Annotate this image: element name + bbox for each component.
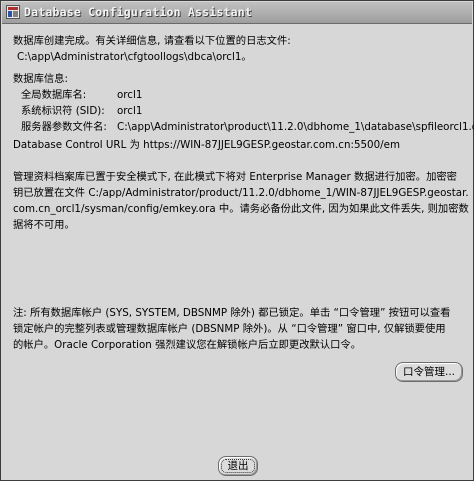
password-management-button[interactable]: 口令管理...: [395, 362, 463, 382]
note-section: 注: 所有数据库帐户 (SYS, SYSTEM, DBSNMP 除外) 都已锁定…: [13, 305, 450, 353]
repository-line: 据将不可用。: [13, 219, 75, 231]
info-value: C:\app\Administrator\product\11.2.0\dbho…: [117, 121, 474, 133]
note-line: 锁定帐户的完整列表或管理数据库帐户 (DBSNMP 除外)。从 “口令管理” 窗…: [13, 323, 446, 335]
dbca-app-icon: [6, 5, 20, 19]
database-control-url: Database Control URL 为 https://WIN-87JJE…: [13, 139, 400, 151]
database-info-section: 数据库信息: 全局数据库名: orcl1 系统标识符 (SID): orcl1 …: [13, 71, 474, 135]
info-label: 全局数据库名:: [21, 89, 87, 101]
note-line: 注: 所有数据库帐户 (SYS, SYSTEM, DBSNMP 除外) 都已锁定…: [13, 307, 451, 319]
note-line: 的帐户。Oracle Corporation 强烈建议您在解锁帐户后立即更改默认…: [13, 339, 362, 351]
info-row-global-name: 全局数据库名: orcl1: [13, 87, 463, 103]
repository-line: 钥已放置在文件 C:/app/Administrator/product/11.…: [13, 187, 469, 199]
info-value: orcl1: [117, 89, 143, 101]
info-row-spfile: 服务器参数文件名: C:\app\Administrator\product\1…: [13, 119, 474, 135]
info-row-sid: 系统标识符 (SID): orcl1: [13, 103, 463, 119]
exit-button[interactable]: 退出: [218, 456, 258, 476]
intro-section: 数据库创建完成。有关详细信息, 请查看以下位置的日志文件: C:\app\Adm…: [13, 33, 291, 65]
info-label: 系统标识符 (SID):: [21, 105, 105, 117]
title-bar[interactable]: Database Configuration Assistant: [2, 2, 472, 24]
window-title: Database Configuration Assistant: [24, 5, 252, 19]
info-value: orcl1: [117, 105, 143, 117]
repository-line: 管理资料档案库已置于安全模式下, 在此模式下将对 Enterprise Mana…: [13, 171, 457, 183]
info-label: 服务器参数文件名:: [21, 121, 107, 133]
intro-line-1: 数据库创建完成。有关详细信息, 请查看以下位置的日志文件:: [13, 35, 291, 47]
control-url-section: Database Control URL 为 https://WIN-87JJE…: [13, 137, 400, 153]
database-info-heading: 数据库信息:: [13, 73, 68, 85]
repository-line: com.cn_orcl1/sysman/config/emkey.ora 中。请…: [13, 203, 469, 215]
log-path: C:\app\Administrator\cfgtoollogs\dbca\or…: [17, 51, 252, 63]
dbca-window: Database Configuration Assistant 数据库创建完成…: [0, 0, 474, 481]
repository-section: 管理资料档案库已置于安全模式下, 在此模式下将对 Enterprise Mana…: [13, 169, 469, 233]
